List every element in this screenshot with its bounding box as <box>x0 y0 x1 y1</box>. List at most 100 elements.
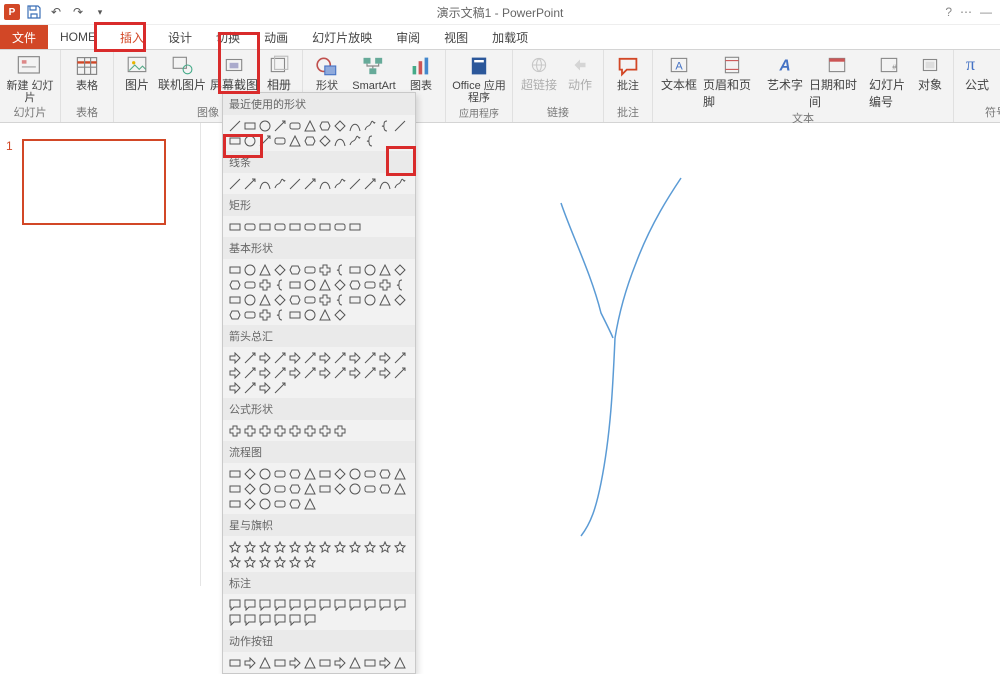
shape-item[interactable] <box>392 481 407 496</box>
shape-item[interactable] <box>347 539 362 554</box>
wordart-button[interactable]: A艺术字 <box>765 54 805 110</box>
shape-item[interactable] <box>242 380 257 395</box>
shape-item[interactable] <box>227 496 242 511</box>
shape-item[interactable] <box>347 219 362 234</box>
undo-button[interactable]: ↶ <box>48 4 64 20</box>
shape-item[interactable] <box>392 466 407 481</box>
slide-thumb-1[interactable]: 1 <box>0 139 200 225</box>
shape-item[interactable] <box>317 350 332 365</box>
shape-item[interactable] <box>332 350 347 365</box>
textbox-button[interactable]: A文本框 <box>659 54 699 110</box>
tab-review[interactable]: 审阅 <box>384 25 432 49</box>
shape-item[interactable] <box>347 481 362 496</box>
shape-item[interactable] <box>287 262 302 277</box>
shape-item[interactable] <box>377 365 392 380</box>
shape-item[interactable] <box>302 466 317 481</box>
shape-item[interactable] <box>302 597 317 612</box>
shape-item[interactable] <box>317 133 332 148</box>
shape-item[interactable] <box>242 365 257 380</box>
equation-button[interactable]: π公式 <box>960 54 994 104</box>
shape-item[interactable] <box>257 466 272 481</box>
shape-item[interactable] <box>287 219 302 234</box>
shape-item[interactable] <box>302 307 317 322</box>
shape-item[interactable] <box>362 597 377 612</box>
shape-item[interactable] <box>302 262 317 277</box>
shape-item[interactable] <box>362 133 377 148</box>
shape-item[interactable] <box>347 350 362 365</box>
shape-item[interactable] <box>272 277 287 292</box>
minimize-button[interactable]: — <box>980 5 992 19</box>
shape-item[interactable] <box>362 118 377 133</box>
shape-item[interactable] <box>257 350 272 365</box>
shape-item[interactable] <box>287 118 302 133</box>
shape-item[interactable] <box>317 277 332 292</box>
shape-item[interactable] <box>362 481 377 496</box>
shape-item[interactable] <box>332 176 347 191</box>
shape-item[interactable] <box>227 655 242 670</box>
shape-item[interactable] <box>272 554 287 569</box>
picture-button[interactable]: 图片 <box>120 54 154 104</box>
shape-item[interactable] <box>302 176 317 191</box>
shape-item[interactable] <box>362 365 377 380</box>
shape-item[interactable] <box>287 466 302 481</box>
shape-item[interactable] <box>302 539 317 554</box>
shape-item[interactable] <box>242 597 257 612</box>
shape-item[interactable] <box>392 277 407 292</box>
shape-item[interactable] <box>257 612 272 627</box>
shape-item[interactable] <box>227 219 242 234</box>
shape-item[interactable] <box>287 365 302 380</box>
shape-item[interactable] <box>302 277 317 292</box>
shape-item[interactable] <box>272 539 287 554</box>
shape-item[interactable] <box>242 292 257 307</box>
shape-item[interactable] <box>242 466 257 481</box>
shape-item[interactable] <box>242 219 257 234</box>
shape-item[interactable] <box>302 655 317 670</box>
save-button[interactable] <box>26 4 42 20</box>
shape-item[interactable] <box>317 466 332 481</box>
shape-item[interactable] <box>317 597 332 612</box>
shape-item[interactable] <box>272 133 287 148</box>
redo-button[interactable]: ↷ <box>70 4 86 20</box>
shape-item[interactable] <box>242 277 257 292</box>
shape-item[interactable] <box>377 481 392 496</box>
shape-item[interactable] <box>302 365 317 380</box>
ribbon-options-button[interactable]: ⋯ <box>960 5 972 19</box>
shape-item[interactable] <box>287 539 302 554</box>
shape-item[interactable] <box>272 365 287 380</box>
shape-item[interactable] <box>242 423 257 438</box>
shape-item[interactable] <box>287 655 302 670</box>
qat-more-icon[interactable]: ▾ <box>92 4 108 20</box>
shape-item[interactable] <box>317 423 332 438</box>
shape-item[interactable] <box>257 262 272 277</box>
shape-item[interactable] <box>257 133 272 148</box>
tab-slideshow[interactable]: 幻灯片放映 <box>300 25 384 49</box>
shape-item[interactable] <box>362 292 377 307</box>
shape-item[interactable] <box>392 597 407 612</box>
shape-item[interactable] <box>227 539 242 554</box>
shape-item[interactable] <box>227 554 242 569</box>
shape-item[interactable] <box>332 655 347 670</box>
object-button[interactable]: 对象 <box>913 54 947 110</box>
hyperlink-button[interactable]: 超链接 <box>519 54 559 104</box>
shape-item[interactable] <box>272 380 287 395</box>
shape-item[interactable] <box>242 133 257 148</box>
shape-item[interactable] <box>347 118 362 133</box>
comment-button[interactable]: 批注 <box>610 54 646 104</box>
shape-item[interactable] <box>257 307 272 322</box>
shape-item[interactable] <box>332 597 347 612</box>
shape-item[interactable] <box>362 262 377 277</box>
shape-item[interactable] <box>287 292 302 307</box>
shape-item[interactable] <box>332 423 347 438</box>
shape-item[interactable] <box>362 176 377 191</box>
shape-item[interactable] <box>392 118 407 133</box>
shape-item[interactable] <box>227 481 242 496</box>
shape-item[interactable] <box>257 292 272 307</box>
shape-item[interactable] <box>317 481 332 496</box>
shape-item[interactable] <box>257 365 272 380</box>
shape-item[interactable] <box>227 365 242 380</box>
shape-item[interactable] <box>332 262 347 277</box>
shape-item[interactable] <box>272 350 287 365</box>
shape-item[interactable] <box>392 655 407 670</box>
shape-item[interactable] <box>242 612 257 627</box>
shape-item[interactable] <box>302 219 317 234</box>
